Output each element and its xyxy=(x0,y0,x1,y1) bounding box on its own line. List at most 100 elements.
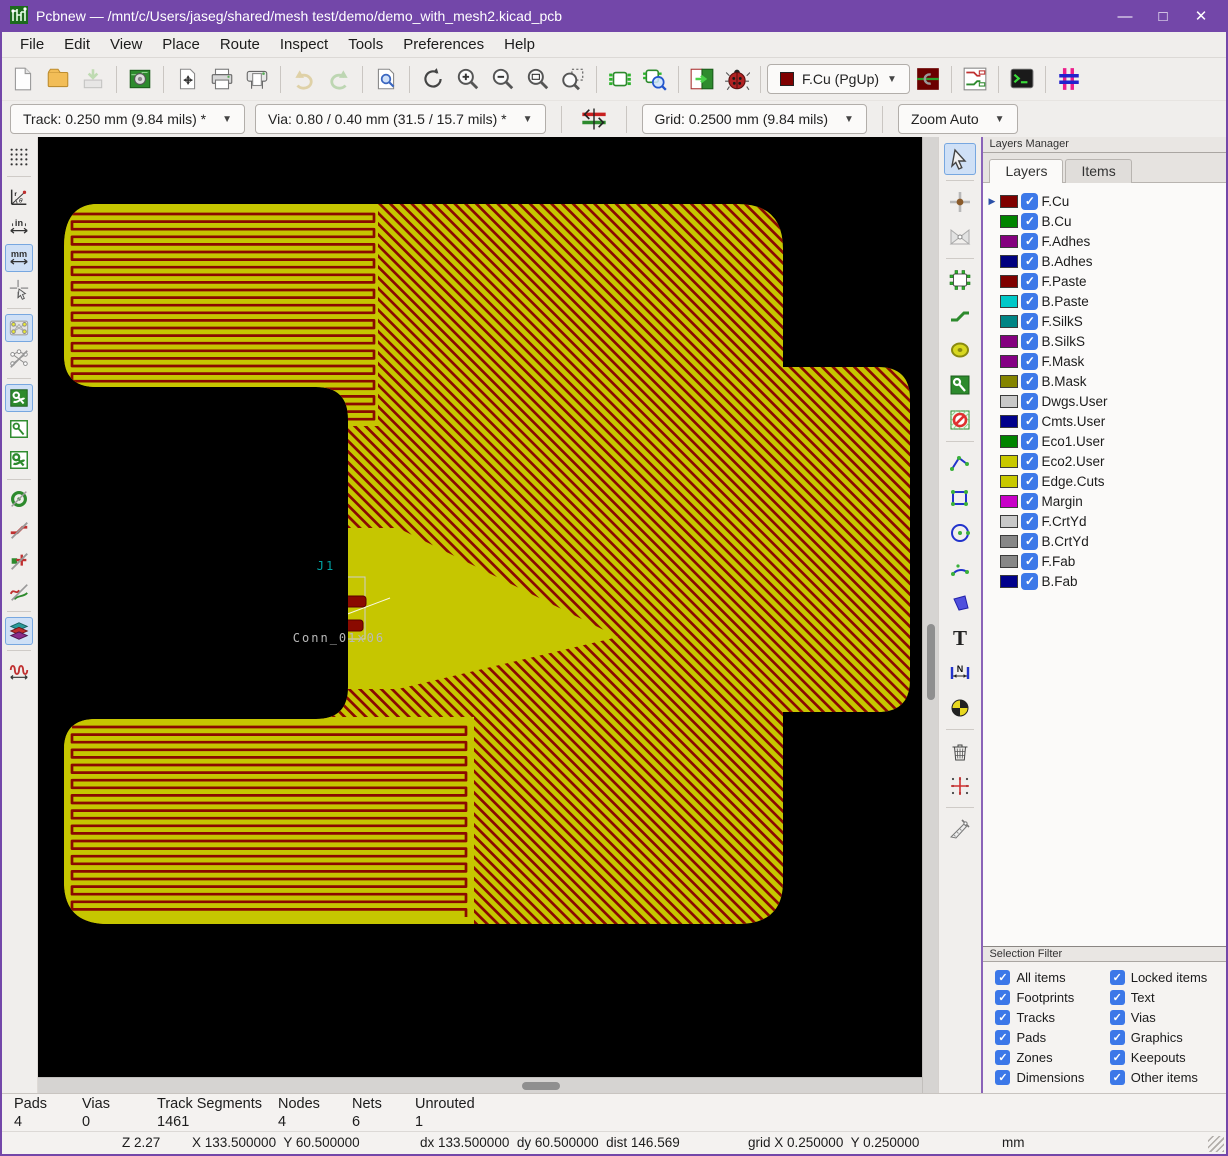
layer-row-Cmts.User[interactable]: ✓Cmts.User xyxy=(985,411,1226,431)
units-inches-button[interactable]: in xyxy=(5,213,33,241)
layer-color-swatch[interactable] xyxy=(1000,395,1018,408)
resize-grip[interactable] xyxy=(1208,1136,1224,1152)
filter-checkbox[interactable]: ✓ xyxy=(995,1070,1010,1085)
filter-item-keepouts[interactable]: ✓Keepouts xyxy=(1110,1050,1224,1065)
filter-checkbox[interactable]: ✓ xyxy=(1110,970,1125,985)
menu-inspect[interactable]: Inspect xyxy=(270,34,338,55)
layer-row-F.Mask[interactable]: ✓F.Mask xyxy=(985,351,1226,371)
layer-row-B.Fab[interactable]: ✓B.Fab xyxy=(985,571,1226,591)
layer-row-Dwgs.User[interactable]: ✓Dwgs.User xyxy=(985,391,1226,411)
filter-item-text[interactable]: ✓Text xyxy=(1110,990,1224,1005)
plot-button[interactable] xyxy=(240,62,274,96)
layer-row-Edge.Cuts[interactable]: ✓Edge.Cuts xyxy=(985,471,1226,491)
ratsnest-hide-button[interactable] xyxy=(5,345,33,373)
footprint-viewer-button[interactable] xyxy=(638,62,672,96)
router-settings-button[interactable] xyxy=(958,62,992,96)
plugin-mesh-button[interactable] xyxy=(1052,62,1086,96)
graphic-sketch-mode-button[interactable] xyxy=(5,578,33,606)
menu-file[interactable]: File xyxy=(10,34,54,55)
layer-color-swatch[interactable] xyxy=(1000,515,1018,528)
add-graphic-rectangle-button[interactable] xyxy=(944,482,976,514)
add-text-button[interactable]: T xyxy=(944,622,976,654)
layer-row-B.Paste[interactable]: ✓B.Paste xyxy=(985,291,1226,311)
add-dimension-button[interactable]: N xyxy=(944,657,976,689)
via-sketch-mode-button[interactable] xyxy=(5,485,33,513)
zone-outline-mode-button[interactable] xyxy=(5,415,33,443)
ratsnest-show-button[interactable] xyxy=(5,314,33,342)
undo-button[interactable] xyxy=(287,62,321,96)
select-tool-button[interactable] xyxy=(944,143,976,175)
layer-visibility-checkbox[interactable]: ✓ xyxy=(1021,253,1038,270)
add-footprint-button[interactable] xyxy=(944,264,976,296)
menu-route[interactable]: Route xyxy=(210,34,270,55)
filter-item-other-items[interactable]: ✓Other items xyxy=(1110,1070,1224,1085)
filter-item-dimensions[interactable]: ✓Dimensions xyxy=(995,1070,1109,1085)
grid-dropdown[interactable]: Grid: 0.2500 mm (9.84 mils) ▼ xyxy=(642,104,867,134)
delete-items-button[interactable] xyxy=(944,735,976,767)
layer-visibility-checkbox[interactable]: ✓ xyxy=(1021,493,1038,510)
layer-visibility-checkbox[interactable]: ✓ xyxy=(1021,373,1038,390)
filter-item-zones[interactable]: ✓Zones xyxy=(995,1050,1109,1065)
layer-visibility-checkbox[interactable]: ✓ xyxy=(1021,213,1038,230)
filter-checkbox[interactable]: ✓ xyxy=(1110,1070,1125,1085)
layer-color-swatch[interactable] xyxy=(1000,535,1018,548)
footprint-editor-button[interactable] xyxy=(603,62,637,96)
layer-visibility-checkbox[interactable]: ✓ xyxy=(1021,473,1038,490)
menu-tools[interactable]: Tools xyxy=(338,34,393,55)
layer-color-swatch[interactable] xyxy=(1000,295,1018,308)
layer-row-Margin[interactable]: ✓Margin xyxy=(985,491,1226,511)
layer-color-swatch[interactable] xyxy=(1000,255,1018,268)
layer-row-F.Adhes[interactable]: ✓F.Adhes xyxy=(985,231,1226,251)
layer-row-B.CrtYd[interactable]: ✓B.CrtYd xyxy=(985,531,1226,551)
tab-layers[interactable]: Layers xyxy=(989,159,1063,183)
zoom-dropdown[interactable]: Zoom Auto ▼ xyxy=(898,104,1018,134)
layer-visibility-checkbox[interactable]: ✓ xyxy=(1021,193,1038,210)
refresh-view-button[interactable] xyxy=(416,62,450,96)
menu-place[interactable]: Place xyxy=(152,34,210,55)
auto-track-width-button[interactable] xyxy=(577,102,611,136)
zoom-fit-button[interactable] xyxy=(521,62,555,96)
page-settings-button[interactable] xyxy=(170,62,204,96)
horizontal-scrollbar-thumb[interactable] xyxy=(522,1082,560,1090)
filter-checkbox[interactable]: ✓ xyxy=(995,1030,1010,1045)
filter-item-all-items[interactable]: ✓All items xyxy=(995,970,1109,985)
add-graphic-circle-button[interactable] xyxy=(944,517,976,549)
polar-coordinates-button[interactable]: rθ xyxy=(5,182,33,210)
layer-color-swatch[interactable] xyxy=(1000,355,1018,368)
layer-visibility-checkbox[interactable]: ✓ xyxy=(1021,533,1038,550)
microwave-tools-button[interactable] xyxy=(5,656,33,684)
filter-item-pads[interactable]: ✓Pads xyxy=(995,1030,1109,1045)
add-graphic-arc-button[interactable] xyxy=(944,552,976,584)
measure-button[interactable] xyxy=(944,813,976,845)
menu-preferences[interactable]: Preferences xyxy=(393,34,494,55)
layer-row-F.SilkS[interactable]: ✓F.SilkS xyxy=(985,311,1226,331)
filter-item-locked-items[interactable]: ✓Locked items xyxy=(1110,970,1224,985)
layer-row-B.SilkS[interactable]: ✓B.SilkS xyxy=(985,331,1226,351)
filter-item-vias[interactable]: ✓Vias xyxy=(1110,1010,1224,1025)
layer-row-B.Mask[interactable]: ✓B.Mask xyxy=(985,371,1226,391)
filter-item-tracks[interactable]: ✓Tracks xyxy=(995,1010,1109,1025)
save-board-button[interactable] xyxy=(76,62,110,96)
route-tracks-button[interactable] xyxy=(944,299,976,331)
layer-color-swatch[interactable] xyxy=(1000,275,1018,288)
horizontal-scrollbar[interactable] xyxy=(38,1077,922,1093)
menu-view[interactable]: View xyxy=(100,34,152,55)
layer-row-F.CrtYd[interactable]: ✓F.CrtYd xyxy=(985,511,1226,531)
layer-row-F.Fab[interactable]: ✓F.Fab xyxy=(985,551,1226,571)
layer-visibility-checkbox[interactable]: ✓ xyxy=(1021,413,1038,430)
layer-visibility-checkbox[interactable]: ✓ xyxy=(1021,453,1038,470)
redo-button[interactable] xyxy=(322,62,356,96)
drc-button[interactable] xyxy=(720,62,754,96)
zoom-out-button[interactable] xyxy=(486,62,520,96)
filter-checkbox[interactable]: ✓ xyxy=(995,1010,1010,1025)
layer-color-swatch[interactable] xyxy=(1000,195,1018,208)
filter-checkbox[interactable]: ✓ xyxy=(995,970,1010,985)
layer-visibility-checkbox[interactable]: ✓ xyxy=(1021,313,1038,330)
layer-row-B.Adhes[interactable]: ✓B.Adhes xyxy=(985,251,1226,271)
menu-edit[interactable]: Edit xyxy=(54,34,100,55)
new-board-button[interactable] xyxy=(6,62,40,96)
vertical-scrollbar-thumb[interactable] xyxy=(927,624,935,700)
update-pcb-from-schematic-button[interactable] xyxy=(685,62,719,96)
layer-color-swatch[interactable] xyxy=(1000,555,1018,568)
layer-row-F.Paste[interactable]: ✓F.Paste xyxy=(985,271,1226,291)
